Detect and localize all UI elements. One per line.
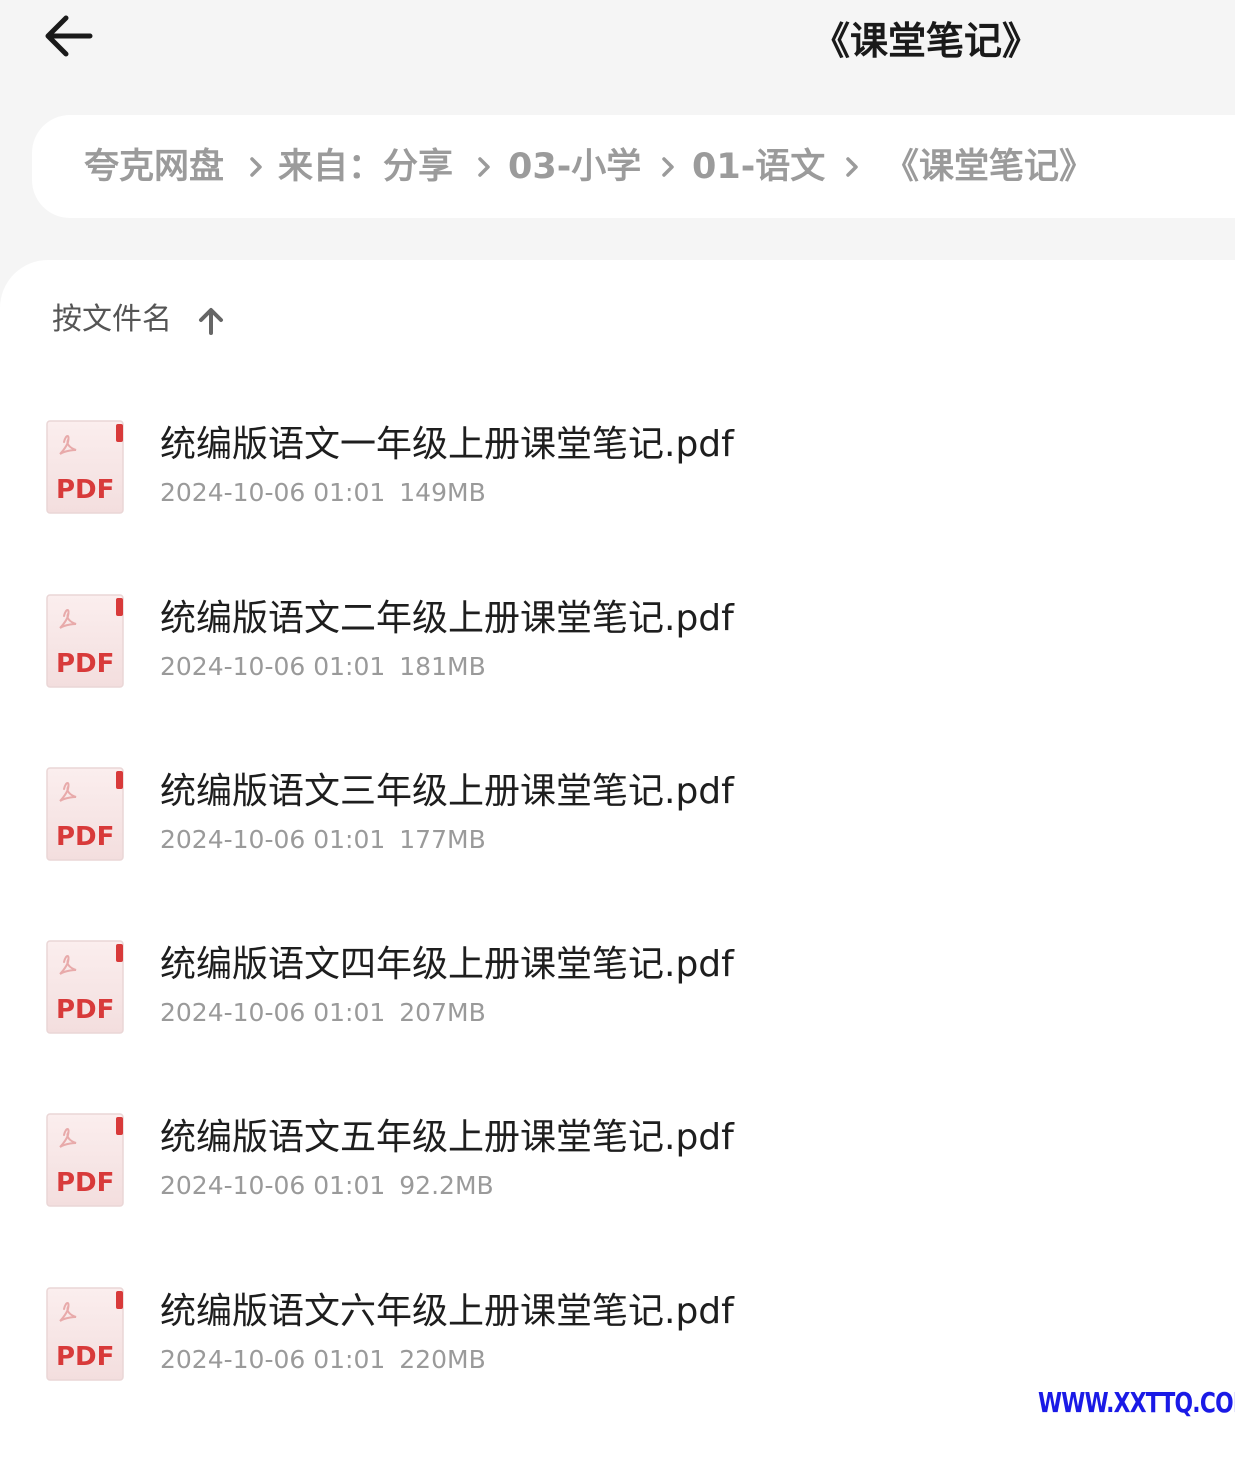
file-date: 2024-10-06 01:01 (160, 1171, 386, 1200)
file-date: 2024-10-06 01:01 (160, 1345, 386, 1374)
file-meta: 2024-10-06 01:01 149MB (160, 476, 486, 510)
breadcrumb-item-share[interactable]: 来自：分享 (278, 145, 453, 189)
chevron-right-icon (250, 157, 262, 177)
file-name: 统编版语文四年级上册课堂笔记.pdf (160, 944, 734, 985)
file-size: 92.2MB (399, 1171, 494, 1200)
pdf-file-icon: PDF (46, 940, 124, 1034)
sort-label: 按文件名 (52, 302, 172, 337)
pdf-file-icon: PDF (46, 767, 124, 861)
file-size: 177MB (399, 825, 486, 854)
file-name: 统编版语文二年级上册课堂笔记.pdf (160, 598, 734, 639)
file-row[interactable]: PDF 统编版语文四年级上册课堂笔记.pdf 2024-10-06 01:01 207… (0, 920, 1235, 1060)
pdf-file-icon: PDF (46, 1287, 124, 1381)
file-row[interactable]: PDF 统编版语文五年级上册课堂笔记.pdf 2024-10-06 01:01 92.… (0, 1093, 1235, 1233)
breadcrumb-item-quark-drive[interactable]: 夸克网盘 (84, 145, 224, 189)
file-meta: 2024-10-06 01:01 177MB (160, 823, 486, 857)
file-date: 2024-10-06 01:01 (160, 998, 386, 1027)
file-size: 181MB (399, 652, 486, 681)
pdf-label: PDF (56, 822, 114, 852)
pdf-label: PDF (56, 475, 114, 505)
file-row[interactable]: PDF 统编版语文二年级上册课堂笔记.pdf 2024-10-06 01:01 181… (0, 574, 1235, 714)
arrow-left-icon (45, 15, 93, 57)
file-date: 2024-10-06 01:01 (160, 825, 386, 854)
file-meta: 2024-10-06 01:01 181MB (160, 650, 486, 684)
file-list-panel: 按文件名 PDF 统编版语文一年级上册课堂笔记.pdf 2024-10-06 01:… (0, 260, 1235, 1460)
file-size: 220MB (399, 1345, 486, 1374)
watermark: WWW.XXTTQ.COM (1038, 1386, 1235, 1419)
file-date: 2024-10-06 01:01 (160, 478, 386, 507)
file-row[interactable]: PDF 统编版语文一年级上册课堂笔记.pdf 2024-10-06 01:01 149… (0, 400, 1235, 540)
pdf-file-icon: PDF (46, 594, 124, 688)
file-name: 统编版语文六年级上册课堂笔记.pdf (160, 1291, 734, 1332)
pdf-label: PDF (56, 1342, 114, 1372)
file-name: 统编版语文一年级上册课堂笔记.pdf (160, 424, 734, 465)
pdf-label: PDF (56, 1168, 114, 1198)
file-meta: 2024-10-06 01:01 220MB (160, 1343, 486, 1377)
back-button[interactable] (40, 8, 100, 64)
breadcrumb-item-chinese[interactable]: 01-语文 (692, 145, 825, 189)
top-bar: 《课堂笔记》 (0, 0, 1235, 112)
pdf-label: PDF (56, 649, 114, 679)
file-date: 2024-10-06 01:01 (160, 652, 386, 681)
file-size: 149MB (399, 478, 486, 507)
pdf-label: PDF (56, 995, 114, 1025)
page-title: 《课堂笔记》 (812, 19, 1041, 63)
breadcrumb: 夸克网盘 来自：分享 03-小学 01-语文 《课堂笔记》 (32, 115, 1235, 218)
file-meta: 2024-10-06 01:01 92.2MB (160, 1169, 494, 1203)
file-size: 207MB (399, 998, 486, 1027)
chevron-right-icon (662, 157, 674, 177)
file-name: 统编版语文三年级上册课堂笔记.pdf (160, 771, 734, 812)
file-meta: 2024-10-06 01:01 207MB (160, 996, 486, 1030)
chevron-right-icon (846, 157, 858, 177)
pdf-file-icon: PDF (46, 420, 124, 514)
file-row[interactable]: PDF 统编版语文三年级上册课堂笔记.pdf 2024-10-06 01:01 177… (0, 747, 1235, 887)
pdf-file-icon: PDF (46, 1113, 124, 1207)
file-name: 统编版语文五年级上册课堂笔记.pdf (160, 1117, 734, 1158)
breadcrumb-item-current[interactable]: 《课堂笔记》 (884, 145, 1094, 189)
breadcrumb-item-primary[interactable]: 03-小学 (508, 145, 641, 189)
arrow-up-icon (199, 308, 223, 335)
sort-control[interactable]: 按文件名 (52, 300, 223, 340)
chevron-right-icon (478, 157, 490, 177)
